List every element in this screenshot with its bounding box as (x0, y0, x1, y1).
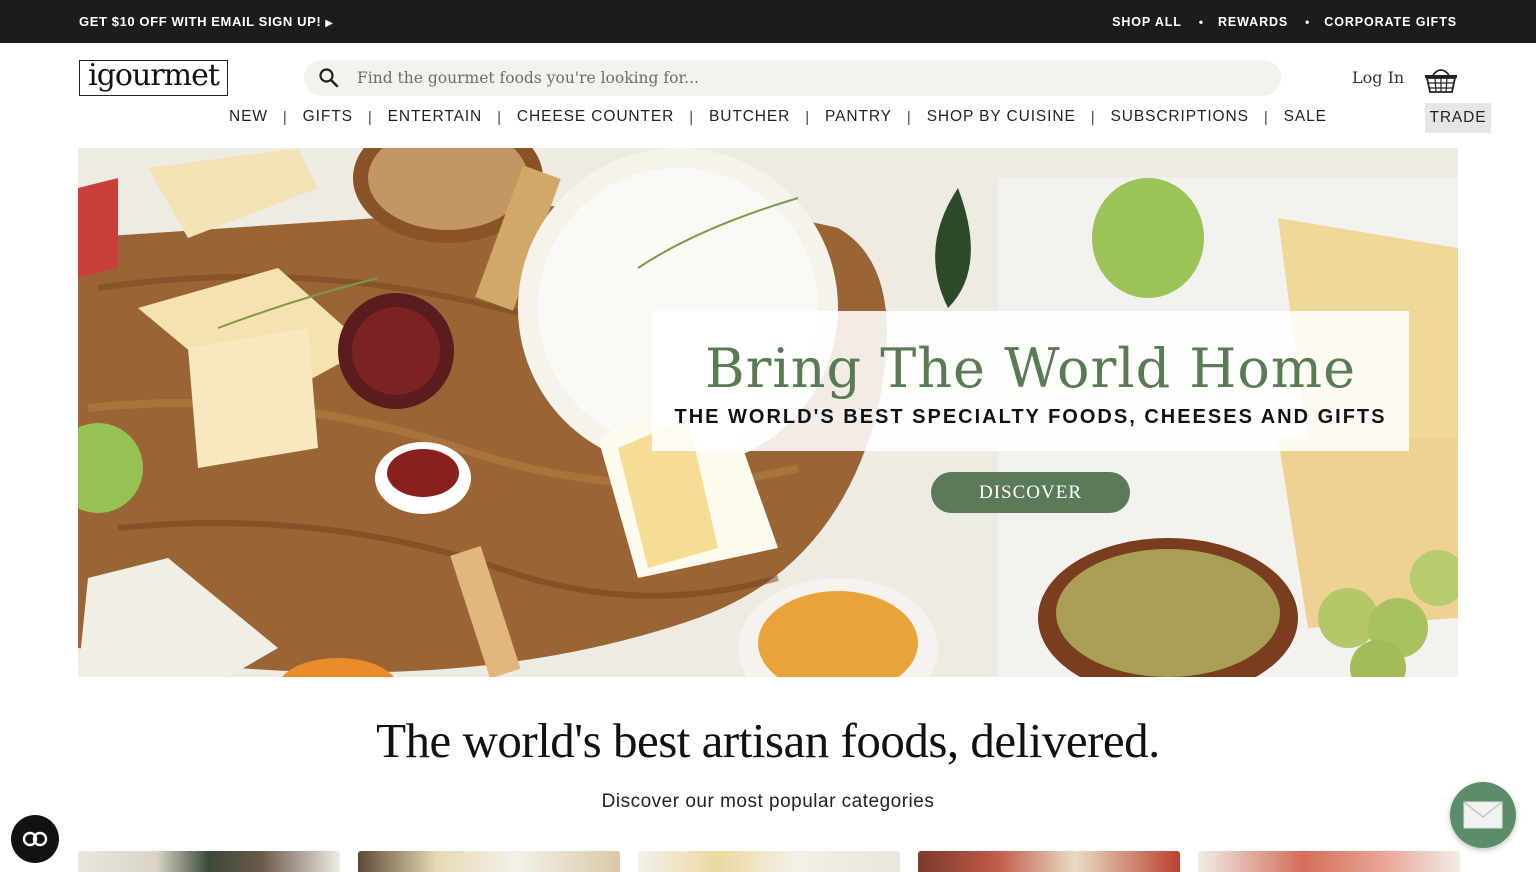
rewards-link[interactable]: REWARDS (1218, 15, 1288, 29)
site-logo[interactable]: igourmet (79, 60, 228, 96)
nav-separator: | (689, 108, 695, 126)
separator-dot: • (1198, 15, 1204, 29)
category-tiles (78, 851, 1460, 872)
nav-item-shop-by-cuisine[interactable]: SHOP BY CUISINE (927, 108, 1076, 126)
email-signup-link[interactable]: GET $10 OFF WITH EMAIL SIGN UP! ▶ (79, 14, 334, 29)
accessibility-button[interactable] (11, 815, 59, 863)
section-heading: The world's best artisan foods, delivere… (376, 713, 1160, 768)
nav-item-pantry[interactable]: PANTRY (825, 108, 892, 126)
nav-separator: | (282, 108, 288, 126)
basket-icon[interactable] (1423, 64, 1459, 94)
nav-separator: | (1263, 108, 1269, 126)
play-arrow-icon: ▶ (325, 18, 334, 29)
nav-item-cheese-counter[interactable]: CHEESE COUNTER (517, 108, 674, 126)
hero-banner[interactable]: Bring The World Home THE WORLD'S BEST SP… (78, 148, 1458, 677)
nav-item-subscriptions[interactable]: SUBSCRIPTIONS (1111, 108, 1249, 126)
shop-all-link[interactable]: SHOP ALL (1112, 15, 1182, 29)
hero-text-card: Bring The World Home THE WORLD'S BEST SP… (652, 311, 1409, 451)
category-tile[interactable] (1198, 851, 1460, 872)
nav-separator: | (805, 108, 811, 126)
corporate-gifts-link[interactable]: CORPORATE GIFTS (1324, 15, 1457, 29)
envelope-icon[interactable] (1463, 801, 1503, 829)
discover-button[interactable]: DISCOVER (931, 472, 1130, 513)
logo-text[interactable]: igourmet (88, 61, 220, 91)
search-input[interactable] (357, 69, 1237, 87)
hero-title: Bring The World Home (704, 337, 1357, 400)
nav-item-entertain[interactable]: ENTERTAIN (388, 108, 483, 126)
nav-separator: | (367, 108, 373, 126)
login-link[interactable]: Log In (1352, 68, 1404, 87)
search-icon[interactable] (318, 67, 340, 89)
category-tile[interactable] (78, 851, 340, 872)
nav-item-gifts[interactable]: GIFTS (303, 108, 353, 126)
search-bar[interactable] (304, 60, 1281, 96)
main-nav: NEW | GIFTS | ENTERTAIN | CHEESE COUNTER… (229, 108, 1327, 126)
section-subheading: Discover our most popular categories (601, 791, 935, 812)
promo-bar: GET $10 OFF WITH EMAIL SIGN UP! ▶ SHOP AL… (0, 0, 1536, 43)
nav-item-new[interactable]: NEW (229, 108, 268, 126)
hero-subtitle: THE WORLD'S BEST SPECIALTY FOODS, CHEESE… (674, 406, 1387, 428)
nav-separator: | (906, 108, 912, 126)
contact-button[interactable] (1450, 782, 1516, 848)
category-tile[interactable] (638, 851, 900, 872)
category-tile[interactable] (918, 851, 1180, 872)
separator-dot: • (1305, 15, 1311, 29)
accessibility-icon[interactable] (22, 831, 48, 847)
category-tile[interactable] (358, 851, 620, 872)
nav-item-sale[interactable]: SALE (1284, 108, 1327, 126)
nav-item-butcher[interactable]: BUTCHER (709, 108, 790, 126)
nav-separator: | (497, 108, 502, 126)
nav-separator: | (1090, 108, 1096, 126)
promo-text[interactable]: GET $10 OFF WITH EMAIL SIGN UP! (79, 14, 321, 29)
utility-links: SHOP ALL • REWARDS • CORPORATE GIFTS (1112, 15, 1457, 29)
trade-button[interactable]: TRADE (1425, 103, 1491, 133)
